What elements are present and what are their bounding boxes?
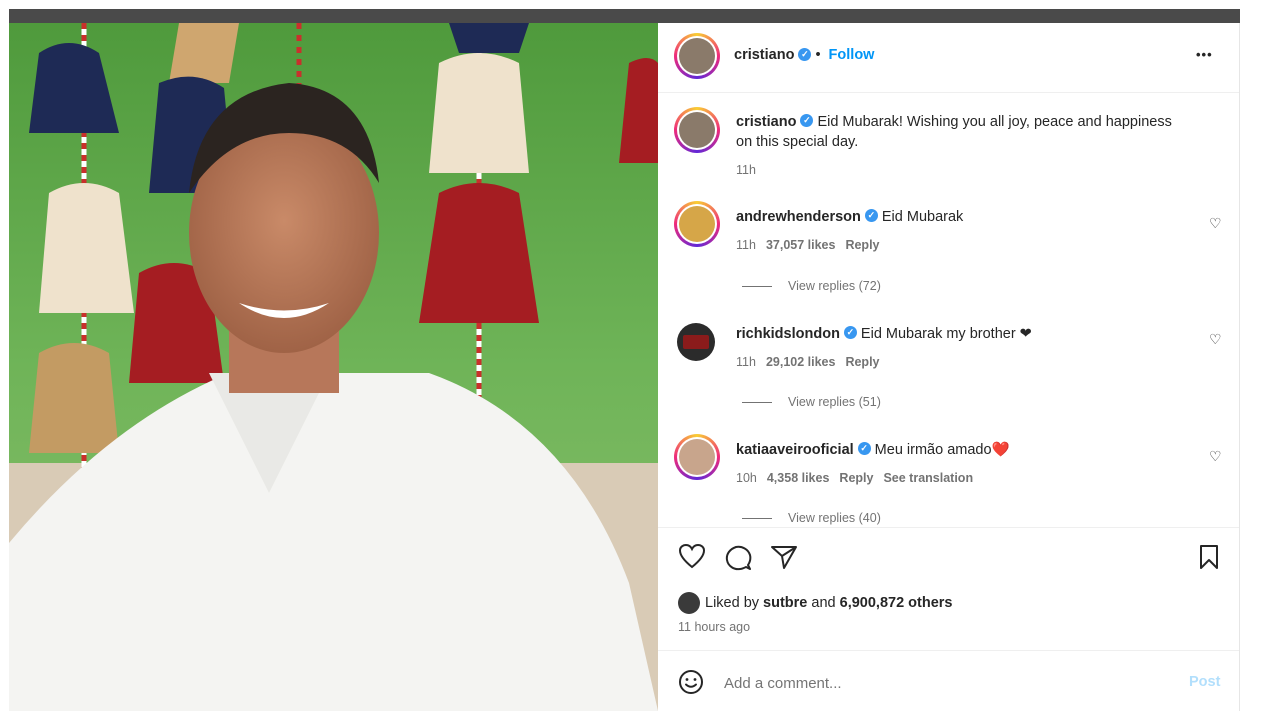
actions-divider [658,527,1240,528]
caption-username[interactable]: cristiano [736,114,796,130]
verified-icon: ✓ [864,209,878,223]
comment-meta: 10h 4,358 likes Reply See translation [736,471,983,485]
smiley-icon[interactable] [678,669,704,695]
replies-line [742,286,772,288]
comment-meta: 11h 29,102 likes Reply [736,355,890,369]
comment-text: Eid Mubarak my brother ❤ [860,326,1032,342]
comment-reply-button[interactable]: Reply [839,471,873,485]
comment-time[interactable]: 11h [736,355,756,369]
heart-icon[interactable] [678,543,706,569]
liker-username[interactable]: sutbre [763,595,807,611]
comment-line: richkidslondon ✓ Eid Mubarak my brother ❤ [736,325,1032,343]
author-username[interactable]: cristiano [734,47,794,63]
comment-like-icon[interactable]: ♡ [1209,448,1222,465]
verified-icon: ✓ [857,442,871,456]
caption: cristiano ✓ Eid Mubarak! Wishing you all j… [736,112,1176,152]
view-replies-button[interactable]: View replies (40) [742,511,881,525]
comment-username[interactable]: andrewhenderson [736,209,861,225]
comment-meta: 11h 37,057 likes Reply [736,238,890,252]
view-replies-label: View replies (51) [788,395,881,409]
view-replies-label: View replies (40) [788,511,881,525]
likes-middle: and [811,595,836,611]
comment-likes[interactable]: 4,358 likes [767,471,830,485]
comment-like-icon[interactable]: ♡ [1209,331,1222,348]
comment-likes[interactable]: 37,057 likes [766,238,836,252]
verified-icon: ✓ [798,47,812,61]
bookmark-icon[interactable] [1198,544,1220,570]
comment-input[interactable] [722,670,1166,696]
view-replies-button[interactable]: View replies (51) [742,395,881,409]
comment-avatar[interactable] [677,323,715,361]
view-replies-button[interactable]: View replies (72) [742,279,881,293]
comment-line: andrewhenderson ✓ Eid Mubarak [736,208,963,226]
header-divider [658,92,1240,93]
caption-time[interactable]: 11h [736,163,756,177]
comment-line: katiaaveirooficial ✓ Meu irmão amado❤️ [736,441,1010,459]
comment-reply-button[interactable]: Reply [845,238,879,252]
post-timestamp[interactable]: 11 hours ago [678,620,750,634]
comment-time[interactable]: 10h [736,471,757,485]
comment-text: Meu irmão amado❤️ [874,442,1010,458]
comment-text: Eid Mubarak [881,209,964,225]
post-photo[interactable] [9,23,658,711]
comment-username[interactable]: katiaaveirooficial [736,442,854,458]
see-translation-button[interactable]: See translation [883,471,973,485]
view-replies-label: View replies (72) [788,279,881,293]
post-image-illustration [9,23,658,711]
panel-right-border [1239,23,1240,711]
follow-button[interactable]: Follow [829,47,875,63]
post-panel: cristiano ✓ • Follow ••• cristiano ✓ Eid Mub… [658,23,1240,711]
likes-prefix: Liked by [705,595,760,611]
verified-icon: ✓ [800,114,814,128]
caption-avatar[interactable] [674,107,720,153]
comment-avatar[interactable] [674,201,720,247]
comment-reply-button[interactable]: Reply [845,355,879,369]
likes-others[interactable]: 6,900,872 others [840,595,953,611]
comment-time[interactable]: 11h [736,238,756,252]
comment-likes[interactable]: 29,102 likes [766,355,836,369]
liker-avatar[interactable] [678,592,700,614]
comment-box-divider [658,650,1240,651]
comment-username[interactable]: richkidslondon [736,326,840,342]
comment-like-icon[interactable]: ♡ [1209,215,1222,232]
likes-summary: Liked by sutbre and 6,900,872 others [705,595,953,611]
replies-line [742,518,772,520]
post-comment-button[interactable]: Post [1189,674,1220,690]
share-icon[interactable] [770,544,798,570]
author-avatar[interactable] [674,33,720,79]
comment-avatar[interactable] [674,434,720,480]
comment-icon[interactable] [724,544,752,572]
post-header: cristiano ✓ • Follow [734,47,874,63]
more-options-button[interactable]: ••• [1196,47,1213,62]
replies-line [742,402,772,404]
header-separator: • [815,47,821,63]
window-top-bar [9,9,1240,23]
verified-icon: ✓ [843,326,857,340]
